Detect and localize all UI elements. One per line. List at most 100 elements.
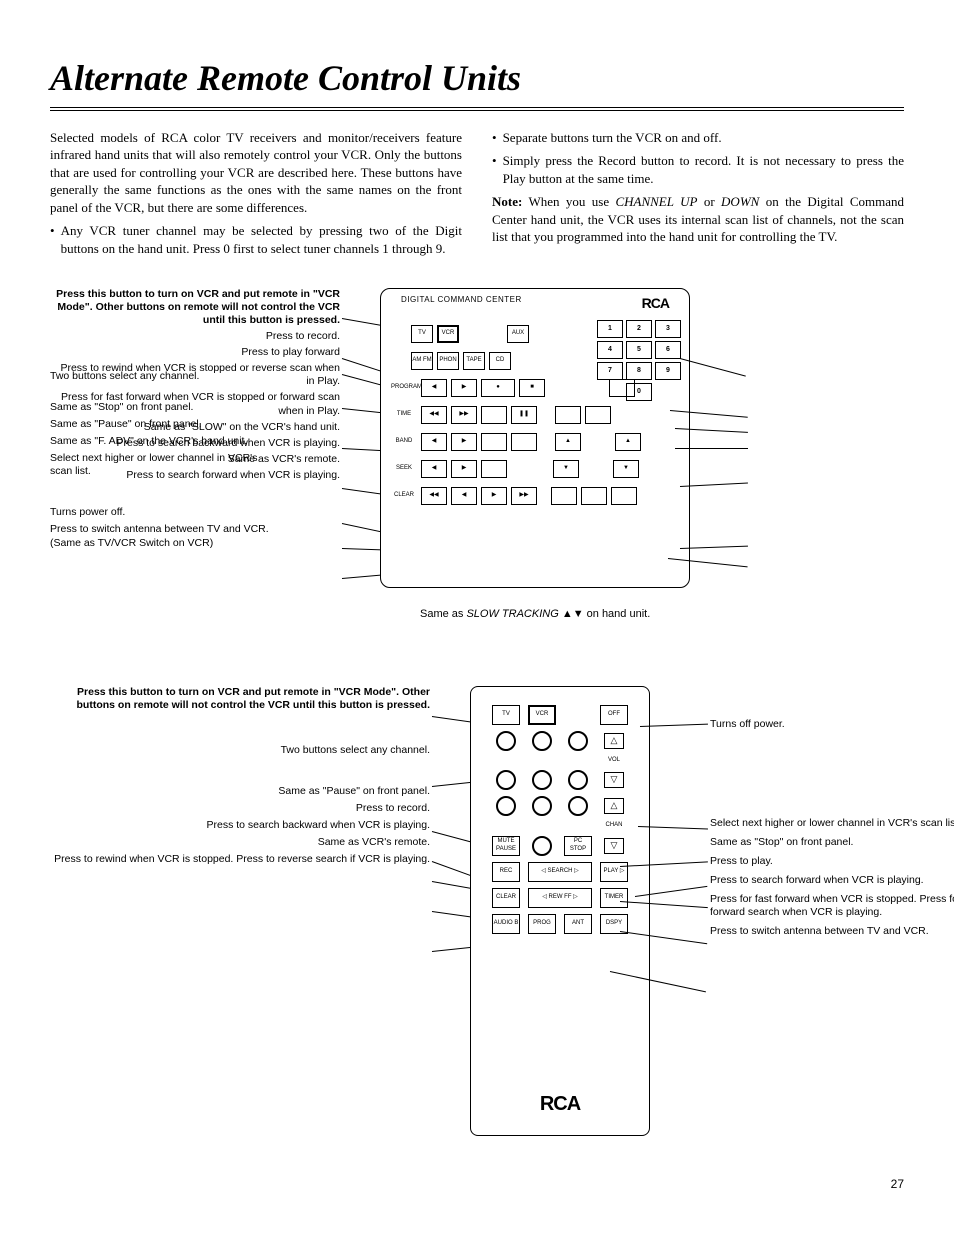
rca-logo: RCA [642,295,669,313]
r2-mute-button: MUTE PAUSE [492,836,520,856]
play-fwd-button: ▶ [451,379,477,397]
d2r-ant: Press to switch antenna between TV and V… [710,925,954,938]
intro-paragraph: Selected models of RCA color TV receiver… [50,129,462,217]
fadv-button [481,433,507,451]
diagram-2-right-callouts: Turns off power. Select next higher or l… [710,718,954,945]
search-p-button: ◀ [451,487,477,505]
amfm-button: AM FM [411,352,433,370]
d2r-channel: Select next higher or lower channel in V… [710,817,954,830]
r2-ant-button: ANT [564,914,592,934]
prvch-button [585,406,611,424]
slow-tracking-label: SLOW TRACKING [466,608,558,620]
digit-9: 9 [655,362,681,380]
audiob-button [511,433,537,451]
r2-vol-dn: ▽ [604,772,624,788]
page-title: Alternate Remote Control Units [50,54,904,103]
chan-dn-button: ▼ [613,460,639,478]
page-prev-button: ◀ [421,433,447,451]
r2-vcr-button: VCR [528,705,556,725]
search-bk-button: ◀◀ [421,487,447,505]
diagram-1-right-callouts: Two buttons select any channel. Same as … [50,370,280,554]
digit-1: 1 [597,320,623,338]
aux-button: AUX [507,325,529,343]
d1r-ant: Press to switch antenna between TV and V… [50,523,280,549]
off-button [611,487,637,505]
title-rule [50,107,904,111]
r2-off-button: OFF [600,705,628,725]
vol-up-button: ▲ [555,433,581,451]
r2-dial-4 [496,770,516,790]
lead-line [680,545,748,548]
ant-button [581,487,607,505]
slow-next-button: ▶ [451,460,477,478]
digit-4: 4 [597,341,623,359]
d1-callout-vcr-mode: Press this button to turn on VCR and put… [50,288,340,327]
digit-8: 8 [626,362,652,380]
r2-dial-2 [532,731,552,751]
d2r-off: Turns off power. [710,718,954,731]
lbl-time: TIME [391,411,417,419]
r2-dial-5 [532,770,552,790]
digit-7: 7 [597,362,623,380]
remote-2: TV VCR OFF △ VOL ▽ △ CHAN [470,686,650,1136]
page-number: 27 [50,1176,904,1192]
r2-dial-8 [532,796,552,816]
note-label: Note: [492,194,522,209]
d2-callout-search-back: Press to search backward when VCR is pla… [50,819,430,832]
mute-button [555,406,581,424]
d1r-scan: Select next higher or lower channel in V… [50,452,280,478]
d2-callout-vcr-mode: Press this button to turn on VCR and put… [50,686,430,712]
r2-vol-label: VOL [600,757,628,765]
d2-callout-pause: Same as "Pause" on front panel. [50,785,430,798]
slow-prev-button: ◀ [421,460,447,478]
digit-2: 2 [626,320,652,338]
intro-bullet-3: Simply press the Record button to record… [492,152,904,187]
rewind-button: ◀◀ [421,406,447,424]
page-next-button: ▶ [451,433,477,451]
d2-callout-channel: Two buttons select any channel. [50,744,430,757]
lead-line [680,482,748,487]
r2-dial-0 [532,836,552,856]
lbl-seek: SEEK [391,465,417,473]
diagram-1-caption: Same as SLOW TRACKING ▲▼ on hand unit. [420,608,650,622]
r2-dial-9 [568,796,588,816]
d2r-play: Press to play. [710,855,954,868]
r2-chan-label: CHAN [600,822,628,830]
d2r-search-fwd: Press to search forward when VCR is play… [710,874,954,887]
memory-button [481,460,507,478]
d1r-channel: Two buttons select any channel. [50,370,280,383]
tape-button: TAPE [463,352,485,370]
stop-button: ■ [519,379,545,397]
pause-button: ❚❚ [511,406,537,424]
intro-right-col: Separate buttons turn the VCR on and off… [492,129,904,264]
d2r-stop: Same as "Stop" on front panel. [710,836,954,849]
d2-callout-rewind: Press to rewind when VCR is stopped. Pre… [50,853,430,866]
r2-dial-3 [568,731,588,751]
r2-tv-button: TV [492,705,520,725]
intro-columns: Selected models of RCA color TV receiver… [50,129,904,264]
diagram-2: Press this button to turn on VCR and put… [50,686,904,1166]
d1r-stop: Same as "Stop" on front panel. [50,401,280,414]
digit-6: 6 [655,341,681,359]
intro-bullet-2: Separate buttons turn the VCR on and off… [492,129,904,147]
r2-timer-button: TIMER [600,888,628,908]
chan-up-button: ▲ [615,433,641,451]
record-button: ● [481,379,515,397]
remote-1: DIGITAL COMMAND CENTER RCA 1 2 3 4 5 6 7… [380,288,690,588]
r2-play-button: PLAY ▷ [600,862,628,882]
intro-bullet-1: Any VCR tuner channel may be selected by… [50,222,462,257]
r2-dial-1 [496,731,516,751]
lbl-program: PROGRAM [391,384,417,392]
d2r-ffwd: Press for fast forward when VCR is stopp… [710,893,954,919]
r2-chan-dn: ▽ [604,838,624,854]
vcr-button: VCR [437,325,459,343]
r2-rewff-button: ◁ REW FF ▷ [528,888,592,908]
r2-search-button: ◁ SEARCH ▷ [528,862,592,882]
repeat-button [481,406,507,424]
d1r-fadv: Same as "F. ADV" on the VCR's hand unit. [50,435,280,448]
lbl-clear: CLEAR [391,492,417,500]
d1-callout-play: Press to play forward [50,346,340,359]
d1r-off: Turns power off. [50,506,280,519]
search-fw-button: ▶▶ [511,487,537,505]
remote-1-header: DIGITAL COMMAND CENTER [401,295,522,313]
